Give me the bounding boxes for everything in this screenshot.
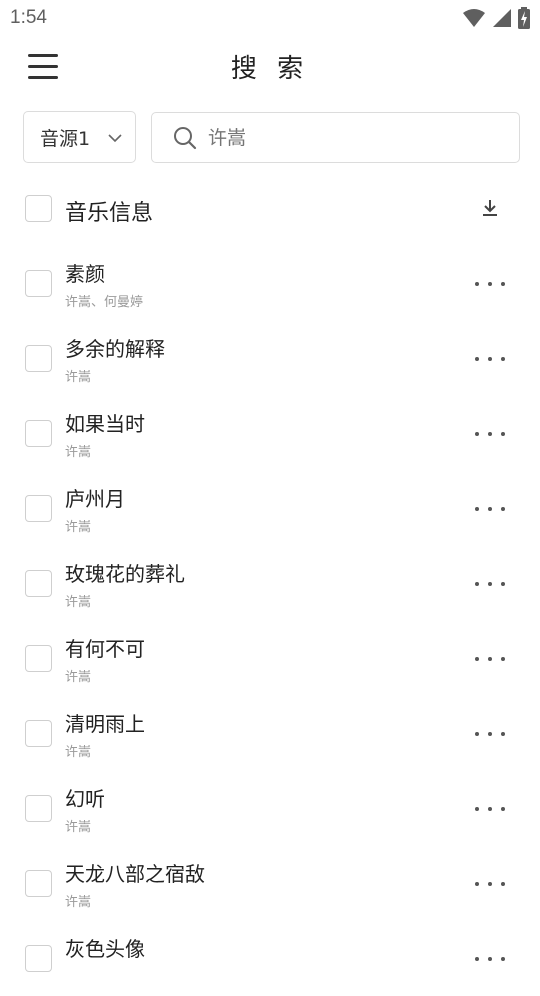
song-checkbox[interactable] xyxy=(25,495,52,522)
song-title: 有何不可 xyxy=(65,637,145,661)
search-box[interactable] xyxy=(151,112,520,163)
song-title: 清明雨上 xyxy=(65,712,145,736)
search-input[interactable] xyxy=(208,123,508,153)
song-row[interactable]: 灰色头像 xyxy=(0,921,540,996)
more-options-icon[interactable] xyxy=(475,426,505,442)
song-checkbox[interactable] xyxy=(25,945,52,972)
song-title: 灰色头像 xyxy=(65,937,145,961)
status-icons xyxy=(462,7,530,29)
chevron-down-icon xyxy=(108,134,122,143)
more-options-icon[interactable] xyxy=(475,351,505,367)
select-all-checkbox[interactable] xyxy=(25,195,52,222)
song-checkbox[interactable] xyxy=(25,420,52,447)
song-row[interactable]: 素颜 许嵩、何曼婷 xyxy=(0,246,540,321)
list-header: 音乐信息 xyxy=(0,178,540,240)
song-list: 素颜 许嵩、何曼婷 多余的解释 许嵩 如果当时 许嵩 庐州月 许嵩 玫瑰花的葬礼… xyxy=(0,246,540,996)
song-artist: 许嵩、何曼婷 xyxy=(65,295,144,310)
song-artist: 许嵩 xyxy=(65,370,92,385)
wifi-icon xyxy=(463,9,485,27)
song-artist: 许嵩 xyxy=(65,820,92,835)
status-bar: 1:54 xyxy=(0,0,540,36)
song-title: 素颜 xyxy=(65,262,105,286)
song-artist: 许嵩 xyxy=(65,745,92,760)
cellular-signal-icon xyxy=(493,9,511,27)
song-row[interactable]: 有何不可 许嵩 xyxy=(0,621,540,696)
song-row[interactable]: 天龙八部之宿敌 许嵩 xyxy=(0,846,540,921)
more-options-icon[interactable] xyxy=(475,501,505,517)
song-row[interactable]: 玫瑰花的葬礼 许嵩 xyxy=(0,546,540,621)
more-options-icon[interactable] xyxy=(475,801,505,817)
song-title: 多余的解释 xyxy=(65,337,165,361)
song-artist: 许嵩 xyxy=(65,595,92,610)
source-select-label: 音源1 xyxy=(40,127,91,150)
search-icon xyxy=(174,127,197,150)
more-options-icon[interactable] xyxy=(475,651,505,667)
download-icon[interactable] xyxy=(480,198,500,218)
song-artist: 许嵩 xyxy=(65,895,92,910)
song-title: 如果当时 xyxy=(65,412,145,436)
song-row[interactable]: 如果当时 许嵩 xyxy=(0,396,540,471)
more-options-icon[interactable] xyxy=(475,876,505,892)
song-artist: 许嵩 xyxy=(65,670,92,685)
song-row[interactable]: 幻听 许嵩 xyxy=(0,771,540,846)
song-title: 天龙八部之宿敌 xyxy=(65,862,205,886)
song-title: 幻听 xyxy=(65,787,105,811)
status-time: 1:54 xyxy=(10,7,47,28)
song-artist: 许嵩 xyxy=(65,445,92,460)
song-row[interactable]: 多余的解释 许嵩 xyxy=(0,321,540,396)
song-checkbox[interactable] xyxy=(25,345,52,372)
page-title: 搜 索 xyxy=(230,54,310,84)
song-checkbox[interactable] xyxy=(25,270,52,297)
source-select[interactable]: 音源1 xyxy=(23,111,136,163)
more-options-icon[interactable] xyxy=(475,276,505,292)
song-title: 庐州月 xyxy=(65,487,125,511)
song-checkbox[interactable] xyxy=(25,570,52,597)
app-header: 搜 索 xyxy=(0,36,540,100)
song-checkbox[interactable] xyxy=(25,645,52,672)
song-title: 玫瑰花的葬礼 xyxy=(65,562,185,586)
more-options-icon[interactable] xyxy=(475,576,505,592)
song-checkbox[interactable] xyxy=(25,795,52,822)
song-artist: 许嵩 xyxy=(65,520,92,535)
more-options-icon[interactable] xyxy=(475,951,505,967)
more-options-icon[interactable] xyxy=(475,726,505,742)
list-header-title: 音乐信息 xyxy=(65,201,154,226)
battery-charging-icon xyxy=(518,7,530,29)
song-checkbox[interactable] xyxy=(25,870,52,897)
song-row[interactable]: 庐州月 许嵩 xyxy=(0,471,540,546)
song-checkbox[interactable] xyxy=(25,720,52,747)
song-row[interactable]: 清明雨上 许嵩 xyxy=(0,696,540,771)
